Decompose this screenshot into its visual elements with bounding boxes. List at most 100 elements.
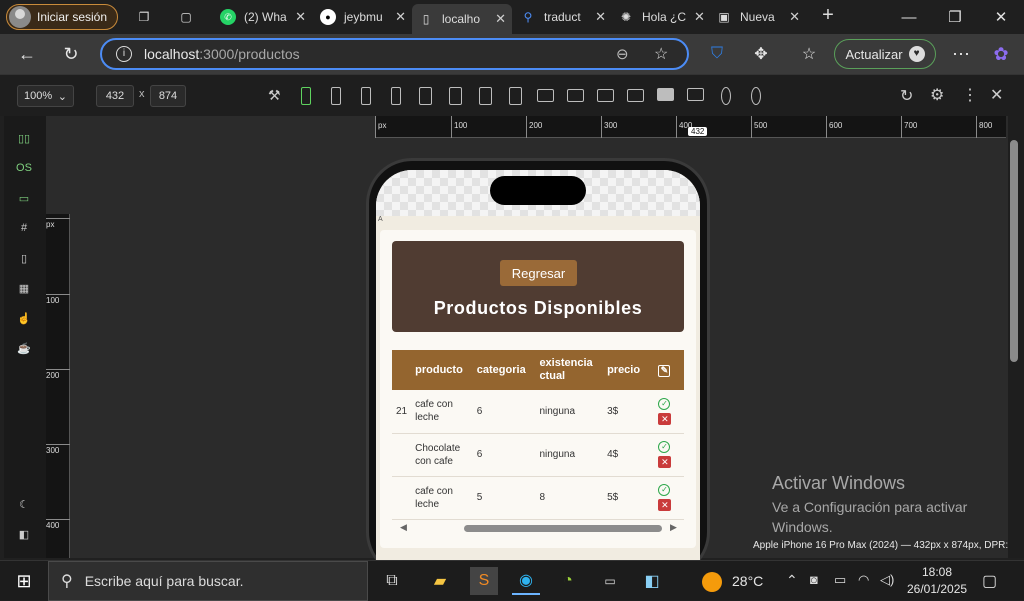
taskbar-search[interactable]: ⚲ Escribe aquí para buscar. xyxy=(48,561,368,601)
phone-device-icon[interactable] xyxy=(361,87,371,105)
scroll-right-icon[interactable]: ▶ xyxy=(670,522,677,533)
address-bar[interactable]: i localhost:3000/productos ⊖ ☆ xyxy=(100,38,689,70)
tab-chatgpt[interactable]: ✺ Hola ¿C ✕ xyxy=(612,4,710,30)
wifi-icon[interactable]: ◠ xyxy=(858,572,869,588)
file-explorer-icon[interactable]: ▰ xyxy=(426,567,454,595)
scrollbar-thumb[interactable] xyxy=(464,525,662,532)
tablet-device-icon[interactable] xyxy=(509,87,522,105)
device-icon[interactable]: ▯▯ xyxy=(16,132,32,146)
copilot-icon[interactable]: ✿ xyxy=(988,42,1014,66)
url-text: localhost:3000/productos xyxy=(144,46,300,62)
ruler-tick: 500 xyxy=(751,116,767,138)
confirm-check-icon[interactable]: ✓ xyxy=(658,441,671,453)
notifications-icon[interactable]: ▢ xyxy=(982,571,997,591)
touch-icon[interactable]: ☝ xyxy=(16,312,32,326)
clock-date[interactable]: 26/01/2025 xyxy=(907,582,967,596)
reload-icon[interactable]: ↻ xyxy=(58,42,84,66)
chevron-up-icon[interactable]: ⌃ xyxy=(786,572,798,589)
ruler-icon[interactable]: ▭ xyxy=(16,192,32,206)
profile-button[interactable]: Iniciar sesión xyxy=(6,4,118,30)
chrome-canary-icon[interactable]: ◔ xyxy=(554,567,582,595)
shield-icon[interactable]: ⛉ xyxy=(704,42,730,66)
edit-icon[interactable]: ✎ xyxy=(658,364,671,377)
tablet-device-icon[interactable] xyxy=(479,87,492,105)
laptop-device-icon[interactable] xyxy=(627,89,644,102)
os-icon[interactable]: OS xyxy=(16,162,32,176)
camera-icon[interactable]: ◙ xyxy=(810,572,818,587)
cup-icon[interactable]: ☕ xyxy=(16,342,32,356)
confirm-check-icon[interactable]: ✓ xyxy=(658,397,671,410)
close-icon[interactable]: ✕ xyxy=(295,9,306,25)
rotate-icon[interactable]: ↻ xyxy=(900,86,913,106)
phone-device-icon[interactable] xyxy=(331,87,341,105)
new-tab-plus-icon[interactable]: + xyxy=(820,4,836,26)
products-table-wrapper[interactable]: producto categoria existencia ctual prec… xyxy=(392,350,684,520)
close-icon[interactable]: ✕ xyxy=(595,9,606,25)
close-devtools-icon[interactable]: ✕ xyxy=(990,85,1003,105)
battery-icon[interactable]: ▭ xyxy=(834,572,846,588)
device-frame-icon[interactable]: ▯ xyxy=(16,252,32,266)
workspaces-icon[interactable]: ❐ xyxy=(136,9,152,25)
close-icon[interactable]: ✕ xyxy=(789,9,800,25)
volume-icon[interactable]: ◁) xyxy=(880,572,894,588)
pattern-icon[interactable]: ▦ xyxy=(16,282,32,296)
zoom-select[interactable]: 100% ⌄ xyxy=(17,85,74,107)
close-icon[interactable]: ✕ xyxy=(395,9,406,25)
grid-icon[interactable]: # xyxy=(16,222,32,236)
tab-traductor[interactable]: ⚲ traduct ✕ xyxy=(514,4,612,30)
width-input[interactable]: 432 xyxy=(96,85,134,107)
close-icon[interactable]: ✕ xyxy=(694,9,705,25)
favorite-star-icon[interactable]: ☆ xyxy=(654,44,668,64)
page-vertical-scrollbar[interactable] xyxy=(1008,116,1024,558)
edge-browser-icon[interactable]: ◉ xyxy=(512,567,540,595)
terminal-icon[interactable]: ▭ xyxy=(596,567,624,595)
theme-moon-icon[interactable]: ☾ xyxy=(16,498,32,512)
task-view-icon[interactable]: ⧉ xyxy=(378,567,406,595)
tab-localhost[interactable]: ▯ localho ✕ xyxy=(412,4,512,34)
confirm-check-icon[interactable]: ✓ xyxy=(658,484,671,496)
restore-button[interactable]: ❐ xyxy=(932,0,978,34)
tablet-device-icon[interactable] xyxy=(419,87,432,105)
tools-icon[interactable]: ⚒ xyxy=(268,87,281,104)
back-arrow-icon[interactable]: ← xyxy=(14,42,40,66)
gear-icon[interactable]: ⚙ xyxy=(930,85,944,105)
close-icon[interactable]: ✕ xyxy=(495,11,506,27)
close-window-button[interactable]: ✕ xyxy=(978,0,1024,34)
sublime-text-icon[interactable]: S xyxy=(470,567,498,595)
tab-newtab[interactable]: ▣ Nueva ✕ xyxy=(710,4,806,30)
extensions-icon[interactable]: ✥ xyxy=(748,42,774,66)
phone-device-icon[interactable] xyxy=(391,87,401,105)
weather-sun-icon[interactable] xyxy=(702,572,722,592)
back-button[interactable]: Regresar xyxy=(500,260,577,286)
tab-github[interactable]: ● jeybmu ✕ xyxy=(314,4,412,30)
desktop-device-icon[interactable] xyxy=(687,88,704,101)
tab-actions-icon[interactable]: ▢ xyxy=(178,9,194,25)
more-vertical-icon[interactable]: ⋮ xyxy=(962,85,978,105)
table-horizontal-scrollbar[interactable]: ◀ ▶ xyxy=(396,522,680,534)
minimize-button[interactable]: — xyxy=(886,0,932,34)
watch-device-icon[interactable] xyxy=(751,87,761,105)
delete-x-icon[interactable]: ✕ xyxy=(658,412,672,425)
desktop-device-icon[interactable] xyxy=(657,88,674,101)
site-info-icon[interactable]: i xyxy=(116,46,132,62)
favorites-icon[interactable]: ☆ xyxy=(796,42,822,66)
tablet-device-icon[interactable] xyxy=(449,87,462,105)
delete-x-icon[interactable]: ✕ xyxy=(658,456,672,468)
phone-device-icon[interactable] xyxy=(301,87,311,105)
laptop-device-icon[interactable] xyxy=(597,89,614,102)
more-menu-icon[interactable]: ⋯ xyxy=(948,42,974,66)
update-button[interactable]: Actualizar ♥ xyxy=(834,39,936,69)
laptop-device-icon[interactable] xyxy=(567,89,584,102)
watch-device-icon[interactable] xyxy=(721,87,731,105)
notes-icon[interactable]: ◧ xyxy=(638,567,666,595)
tab-whatsapp[interactable]: ✆ (2) Wha ✕ xyxy=(214,4,312,30)
delete-x-icon[interactable]: ✕ xyxy=(658,499,672,511)
zoom-out-icon[interactable]: ⊖ xyxy=(616,45,629,63)
sidebar-icon[interactable]: ◧ xyxy=(16,528,32,542)
scrollbar-thumb[interactable] xyxy=(1010,140,1018,362)
clock-time[interactable]: 18:08 xyxy=(922,565,952,579)
scroll-left-icon[interactable]: ◀ xyxy=(400,522,407,533)
windows-start-icon[interactable]: ⊞ xyxy=(10,567,38,595)
laptop-device-icon[interactable] xyxy=(537,89,554,102)
height-input[interactable]: 874 xyxy=(150,85,186,107)
